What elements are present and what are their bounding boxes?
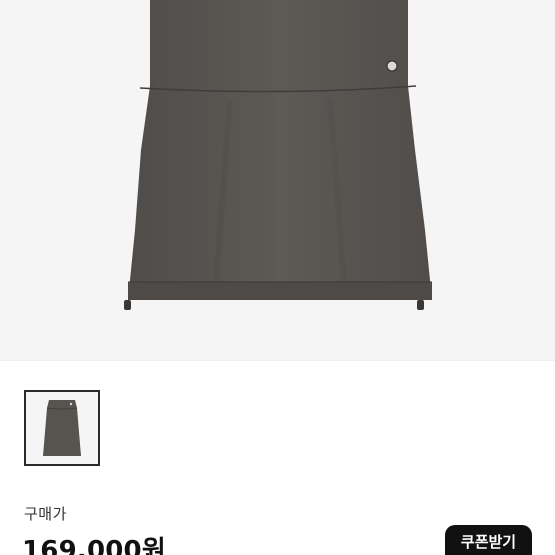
product-page: 구매가 169,000원 쿠폰받기 [0,0,555,555]
section-divider [0,360,555,361]
coupon-button[interactable]: 쿠폰받기 [445,525,532,555]
price-label: 구매가 [24,505,67,523]
thumbnail-item[interactable] [24,390,100,466]
product-main-image[interactable] [0,0,555,360]
skirt-illustration [124,0,432,310]
price-value: 169,000원 [22,536,166,555]
skirt-thumbnail-image [26,392,98,464]
